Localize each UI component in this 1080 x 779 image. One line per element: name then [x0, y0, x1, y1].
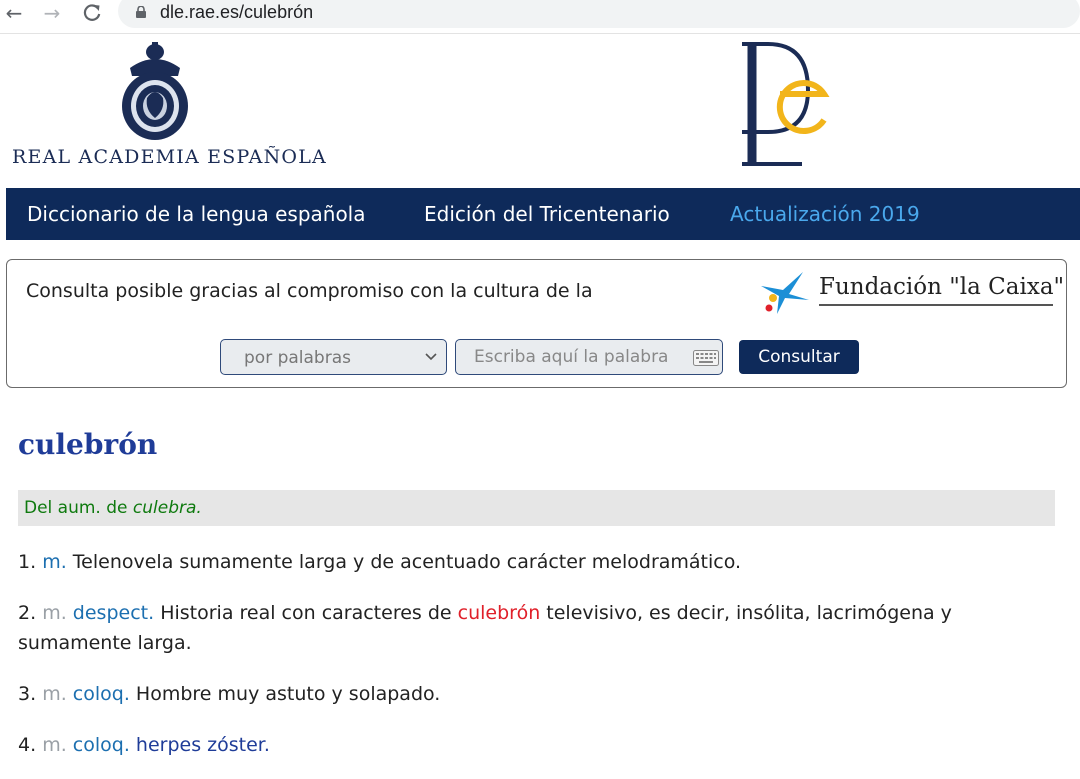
nav-actualizacion-2019[interactable]: Actualización 2019: [730, 202, 920, 226]
definition-number: 2.: [18, 602, 37, 624]
search-mode-value: por palabras: [244, 348, 351, 368]
abbr-masculino[interactable]: m.: [42, 551, 67, 573]
browser-toolbar: ← → dle.rae.es/culebrón: [0, 0, 1080, 34]
definition-text: Hombre muy astuto y solapado.: [135, 683, 441, 705]
abbr-coloquial[interactable]: coloq.: [73, 734, 130, 756]
back-icon[interactable]: ←: [2, 2, 26, 26]
etymology-prefix: Del aum. de: [24, 498, 128, 518]
definition-link-herpes-zoster[interactable]: herpes zóster.: [136, 734, 270, 756]
main-nav: Diccionario de la lengua española Edició…: [6, 188, 1080, 240]
definition-text: Telenovela sumamente larga y de acentuad…: [72, 551, 742, 573]
definition-2: 2. m. despect. Historia real con caracte…: [18, 598, 1058, 658]
abbr-masculino[interactable]: m.: [42, 602, 67, 624]
definition-number: 3.: [18, 683, 37, 705]
definition-text-before: Historia real con caracteres de: [160, 602, 452, 624]
address-bar[interactable]: dle.rae.es/culebrón: [118, 0, 1080, 28]
chevron-down-icon: [425, 353, 437, 361]
abbr-coloquial[interactable]: coloq.: [73, 683, 130, 705]
url-text: dle.rae.es/culebrón: [160, 2, 314, 22]
lock-icon: [136, 6, 146, 18]
definition-3: 3. m. coloq. Hombre muy astuto y solapad…: [18, 679, 1058, 709]
search-panel: Consulta posible gracias al compromiso c…: [6, 259, 1067, 388]
page-title: culebrón: [18, 428, 158, 461]
abbr-despectivo[interactable]: despect.: [73, 602, 154, 624]
dle-logo-icon: [742, 42, 830, 166]
etymology-bar: Del aum. de culebra.: [18, 490, 1055, 526]
sponsor-name[interactable]: Fundación "la Caixa": [819, 274, 1064, 300]
rae-crest-icon: [122, 42, 188, 140]
caixa-star-icon: [761, 272, 809, 314]
definition-1: 1. m. Telenovela sumamente larga y de ac…: [18, 547, 1058, 577]
definition-keyword: culebrón: [457, 602, 541, 624]
abbr-masculino[interactable]: m.: [42, 734, 67, 756]
nav-diccionario[interactable]: Diccionario de la lengua española: [27, 202, 366, 226]
rae-name: REAL ACADEMIA ESPAÑOLA: [12, 146, 327, 168]
reload-icon[interactable]: [80, 2, 104, 26]
definition-number: 1.: [18, 551, 37, 573]
etymology-word[interactable]: culebra.: [133, 498, 202, 518]
consultar-button[interactable]: Consultar: [739, 340, 859, 374]
abbr-masculino[interactable]: m.: [42, 683, 67, 705]
definition-4: 4. m. coloq. herpes zóster.: [18, 730, 1058, 760]
definition-number: 4.: [18, 734, 37, 756]
forward-icon[interactable]: →: [40, 2, 64, 26]
search-mode-select[interactable]: por palabras: [220, 339, 447, 375]
search-input[interactable]: [455, 339, 723, 375]
sponsor-underline: [819, 304, 1053, 306]
nav-edicion-tricentenario[interactable]: Edición del Tricentenario: [424, 202, 670, 226]
sponsor-text: Consulta posible gracias al compromiso c…: [26, 280, 593, 302]
keyboard-icon[interactable]: [693, 350, 719, 366]
